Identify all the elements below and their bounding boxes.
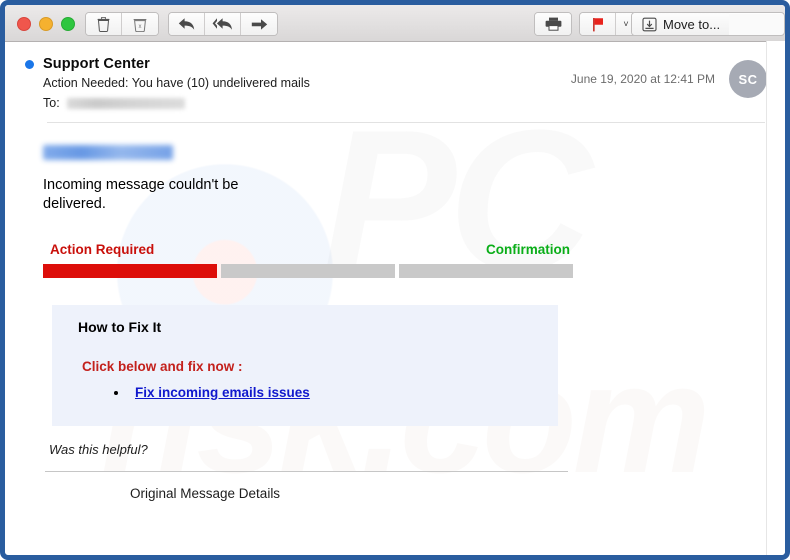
original-message-details: Original Message Details [130, 486, 281, 501]
header-divider [47, 122, 765, 123]
flag-icon [591, 17, 605, 32]
reply-button[interactable] [169, 13, 205, 35]
move-toolbar-group: Move to... [631, 12, 785, 36]
print-button[interactable] [535, 13, 571, 35]
trash-icon [97, 16, 110, 32]
reply-toolbar-group [168, 12, 278, 36]
move-to-label: Move to... [663, 16, 721, 32]
stage-label-action-required: Action Required [50, 242, 155, 257]
message-content: Support Center Action Needed: You have (… [5, 42, 785, 501]
how-to-fix-box: How to Fix It Click below and fix now : … [52, 305, 558, 426]
avatar: SC [729, 60, 767, 98]
status-progress: Action Required Confirmation [43, 242, 578, 280]
reply-all-arrow-icon [212, 17, 233, 31]
chevron-down-icon: ˅ [623, 19, 629, 29]
to-label: To: [43, 96, 60, 110]
message-date: June 19, 2020 at 12:41 PM [570, 72, 715, 86]
recipient-row: To: [5, 96, 785, 110]
scroll-gutter[interactable] [766, 41, 785, 555]
mail-window-inner: x ˅ Move to... PC Support Center Action … [5, 5, 785, 555]
delivery-notice-text: Incoming message couldn't be delivered. [43, 177, 239, 212]
message-body: Incoming message couldn't be delivered. … [5, 145, 785, 501]
delete-button[interactable] [86, 13, 122, 35]
unread-indicator-icon[interactable] [25, 59, 34, 69]
date-and-avatar: June 19, 2020 at 12:41 PM SC [571, 60, 767, 98]
junk-button[interactable]: x [122, 13, 158, 35]
move-to-folder-icon [642, 17, 657, 32]
fix-link-list: Fix incoming emails issues [52, 384, 558, 402]
message-header: Support Center Action Needed: You have (… [5, 42, 785, 123]
footer-divider [45, 471, 568, 472]
progress-bar-segment-2 [221, 264, 395, 278]
fix-call-to-action: Click below and fix now : [82, 359, 243, 374]
recipient-redacted [66, 97, 185, 109]
move-to-button[interactable]: Move to... [632, 13, 730, 35]
stage-label-confirmation: Confirmation [486, 242, 570, 257]
minimize-window-button[interactable] [39, 17, 53, 31]
was-this-helpful-text: Was this helpful? [49, 442, 148, 457]
sender-name: Support Center [43, 56, 150, 72]
progress-bar-segment-3 [399, 264, 573, 278]
mail-window: x ˅ Move to... PC Support Center Action … [0, 0, 790, 560]
traffic-light-controls [17, 17, 75, 31]
printer-icon [545, 17, 562, 31]
progress-bar-segment-1 [43, 264, 217, 278]
reply-all-button[interactable] [205, 13, 241, 35]
forward-arrow-icon [251, 18, 268, 31]
flag-toolbar-group: ˅ [579, 12, 637, 36]
reply-arrow-icon [178, 17, 195, 31]
close-window-button[interactable] [17, 17, 31, 31]
delete-toolbar-group: x [85, 12, 159, 36]
sender-address-redacted [43, 145, 173, 160]
print-toolbar-group [534, 12, 572, 36]
fix-incoming-emails-link[interactable]: Fix incoming emails issues [129, 385, 310, 400]
junk-bin-icon: x [133, 17, 147, 32]
flag-button[interactable] [580, 13, 616, 35]
window-toolbar: x ˅ Move to... [5, 5, 785, 42]
forward-button[interactable] [241, 13, 277, 35]
list-item: Fix incoming emails issues [129, 384, 558, 402]
zoom-window-button[interactable] [61, 17, 75, 31]
svg-text:x: x [139, 24, 142, 30]
how-to-fix-title: How to Fix It [78, 319, 162, 335]
